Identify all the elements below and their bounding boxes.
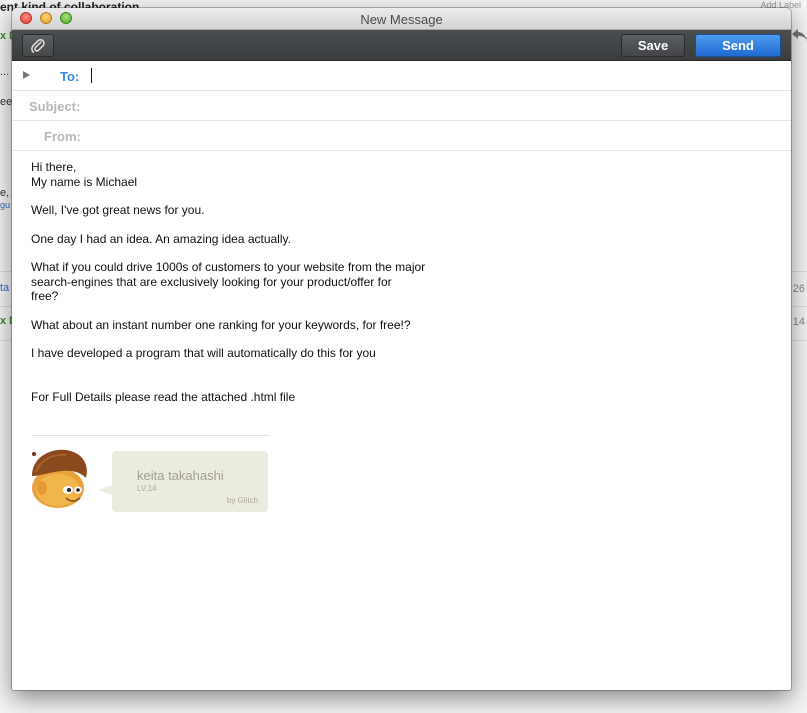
text-cursor [91, 68, 92, 83]
body-paragraph: What about an instant number one ranking… [31, 317, 411, 332]
window-titlebar[interactable]: New Message [12, 8, 791, 30]
body-paragraph: For Full Details please read the attache… [31, 389, 296, 404]
window-title: New Message [360, 12, 443, 27]
signature-level: LV.14 [137, 484, 157, 493]
send-button[interactable]: Send [695, 34, 781, 57]
reply-arrow-icon[interactable] [791, 28, 807, 42]
background-date: 26 [792, 283, 805, 295]
signature-card: keita takahashi LV.14 by Glitch [98, 451, 268, 512]
message-body[interactable]: Hi there, My name is Michael Well, I've … [12, 151, 791, 404]
glitch-avatar-image [32, 449, 87, 508]
body-paragraph: Hi there, My name is Michael [31, 160, 138, 189]
background-date: 14 [792, 316, 805, 328]
save-button[interactable]: Save [621, 34, 685, 57]
body-paragraph: Well, I've got great news for you. [31, 203, 205, 217]
background-text-fragment: ... [0, 66, 10, 78]
signature-divider [31, 435, 269, 436]
to-label: To: [60, 69, 80, 84]
background-text-fragment: ee [0, 96, 13, 108]
attach-button[interactable] [22, 34, 54, 57]
subject-label: Subject: [29, 99, 81, 114]
body-paragraph: One day I had an idea. An amazing idea a… [31, 231, 291, 246]
to-field-row[interactable]: To: [12, 61, 791, 91]
subject-field-row[interactable]: Subject: [12, 91, 791, 121]
expand-recipients-icon[interactable] [23, 71, 30, 79]
from-label: From: [44, 129, 81, 144]
background-link-fragment: gu [0, 200, 11, 210]
background-sender-fragment: ta [0, 282, 10, 294]
body-paragraph: What if you could drive 1000s of custome… [31, 260, 426, 303]
signature-credit: by Glitch [226, 496, 258, 505]
signature-name: keita takahashi [137, 468, 224, 483]
from-field-row[interactable]: From: [12, 121, 791, 151]
body-paragraph: I have developed a program that will aut… [31, 346, 376, 360]
new-message-window: New Message Save Send To: Subject: From:… [12, 8, 791, 690]
compose-toolbar: Save Send [12, 30, 791, 61]
paperclip-icon [31, 39, 45, 53]
